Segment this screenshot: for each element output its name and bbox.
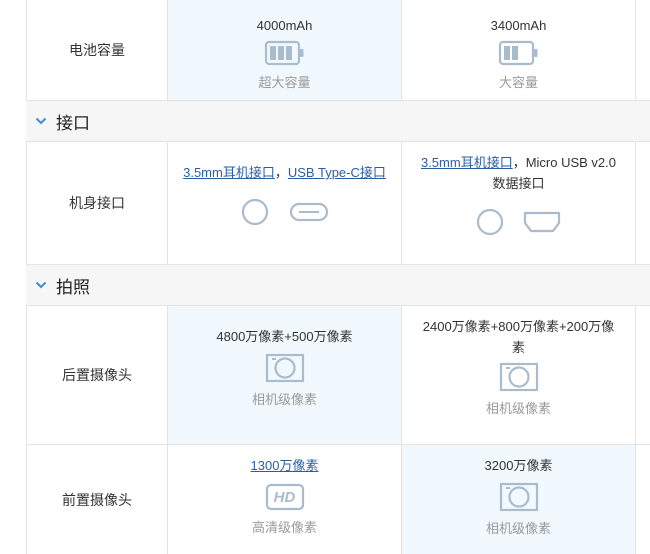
section-title: 接口 <box>56 113 90 133</box>
headphone-jack-icon <box>241 198 268 226</box>
camera-lens-icon <box>499 362 538 392</box>
rear-camera-label: 后置摄像头 <box>62 367 132 383</box>
ports-label: 机身接口 <box>69 195 125 211</box>
battery-value: 4000mAh <box>256 18 313 33</box>
rear-camera-cell-phone2: 2400万像素+800万像素+200万像 素 相机级像素 <box>402 306 635 444</box>
hd-icon: HD <box>265 483 305 511</box>
port-icons <box>476 208 562 236</box>
camera-lens-icon <box>499 482 538 512</box>
hd-icon-text: HD <box>273 488 296 506</box>
rear-camera-sub: 相机级像素 <box>485 401 551 416</box>
battery-full-icon <box>264 40 303 66</box>
rear-camera-label-cell: 后置摄像头 <box>27 306 167 444</box>
battery-cell-phone2: 3400mAh 大容量 <box>402 0 635 100</box>
front-camera-label-cell: 前置摄像头 <box>27 445 167 554</box>
usb-type-c-icon <box>289 202 328 222</box>
camera-lens-icon <box>265 353 304 383</box>
battery-value: 3400mAh <box>490 18 547 33</box>
front-camera-sub: 高清级像素 <box>251 520 317 535</box>
front-camera-value: 3200万像素 <box>484 458 553 473</box>
section-header-camera[interactable]: 拍照 <box>26 265 650 305</box>
spec-comparison-table: 电池容量 4000mAh 超大容量 3400mAh 大容量 接口 机身接口 3.… <box>0 0 650 554</box>
micro-usb-text: ，Micro USB v2.0 <box>512 155 617 170</box>
battery-sub: 大容量 <box>498 75 538 90</box>
battery-half-icon <box>498 40 537 66</box>
port-icons <box>241 198 329 226</box>
chevron-down-icon[interactable] <box>26 117 56 125</box>
battery-label-cell: 电池容量 <box>27 0 167 100</box>
battery-label: 电池容量 <box>69 42 125 58</box>
ports-value: 3.5mm耳机接口，Micro USB v2.0 <box>421 152 616 173</box>
rear-camera-cell-phone1: 4800万像素+500万像素 相机级像素 <box>168 306 401 444</box>
ports-cell-phone2: 3.5mm耳机接口，Micro USB v2.0 数据接口 <box>402 142 635 264</box>
chevron-down-icon[interactable] <box>26 281 56 289</box>
micro-usb-icon <box>523 211 560 233</box>
ports-value: 3.5mm耳机接口，USB Type-C接口 <box>183 162 386 183</box>
section-header-ports[interactable]: 接口 <box>26 101 650 141</box>
rear-camera-sub: 相机级像素 <box>251 392 317 407</box>
ports-value-line2: 数据接口 <box>492 176 545 191</box>
section-title: 拍照 <box>56 277 90 297</box>
ports-cell-phone1: 3.5mm耳机接口，USB Type-C接口 <box>168 142 401 264</box>
battery-sub: 超大容量 <box>258 75 311 90</box>
separator: ， <box>274 165 288 180</box>
headphone-jack-link[interactable]: 3.5mm耳机接口 <box>183 165 275 180</box>
headphone-jack-link[interactable]: 3.5mm耳机接口 <box>421 155 513 170</box>
front-camera-cell-phone2: 3200万像素 相机级像素 <box>402 445 635 554</box>
front-camera-sub: 相机级像素 <box>485 521 551 536</box>
rear-camera-value-line2: 素 <box>511 340 525 355</box>
headphone-jack-icon <box>476 208 503 236</box>
rear-camera-value: 4800万像素+500万像素 <box>216 329 353 344</box>
ports-label-cell: 机身接口 <box>27 142 167 264</box>
front-camera-label: 前置摄像头 <box>62 491 132 508</box>
usb-type-c-link[interactable]: USB Type-C接口 <box>288 165 386 180</box>
battery-cell-phone1: 4000mAh 超大容量 <box>168 0 401 100</box>
rear-camera-value: 2400万像素+800万像素+200万像 <box>422 319 615 334</box>
front-camera-link[interactable]: 1300万像素 <box>251 455 319 476</box>
front-camera-cell-phone1: 1300万像素 HD 高清级像素 <box>168 445 401 554</box>
